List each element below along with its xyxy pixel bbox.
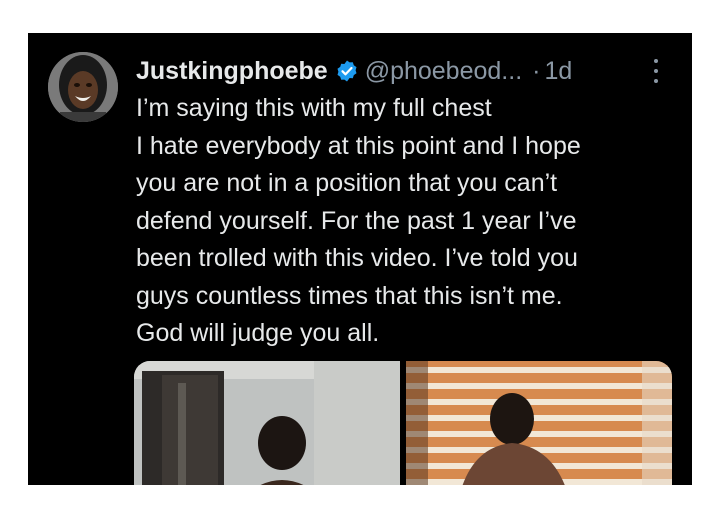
tweet-text: I’m saying this with my full chest I hat… bbox=[136, 90, 681, 353]
media-image-left[interactable] bbox=[134, 361, 400, 485]
tweet-text-line: God will judge you all. bbox=[136, 319, 380, 347]
tweet-text-line: you are not in a position that you can’t bbox=[136, 169, 558, 197]
tweet-text-line: I hate everybody at this point and I hop… bbox=[136, 131, 581, 160]
verified-badge-icon bbox=[335, 59, 359, 83]
tweet-text-line: defend yourself. For the past 1 year I’v… bbox=[136, 206, 577, 235]
avatar-image bbox=[48, 52, 118, 122]
timestamp[interactable]: 1d bbox=[544, 51, 572, 91]
separator-dot: · bbox=[532, 57, 541, 85]
tweet-card: Justkingphoebe @phoebeod... · 1d I’m say… bbox=[28, 33, 692, 485]
tweet-media[interactable] bbox=[134, 361, 672, 485]
tweet-text-line: been trolled with this video. I’ve told … bbox=[136, 244, 578, 272]
more-options-icon[interactable] bbox=[648, 56, 664, 86]
tweet-text-line: guys countless times that this isn’t me. bbox=[136, 281, 563, 310]
tweet-header: Justkingphoebe @phoebeod... · 1d bbox=[136, 51, 682, 91]
media-image-right[interactable] bbox=[406, 361, 672, 485]
author-handle[interactable]: @phoebeod... bbox=[365, 51, 522, 91]
author-name[interactable]: Justkingphoebe bbox=[136, 51, 328, 91]
tweet-text-line: I’m saying this with my full chest bbox=[136, 94, 492, 122]
avatar[interactable] bbox=[48, 52, 118, 122]
